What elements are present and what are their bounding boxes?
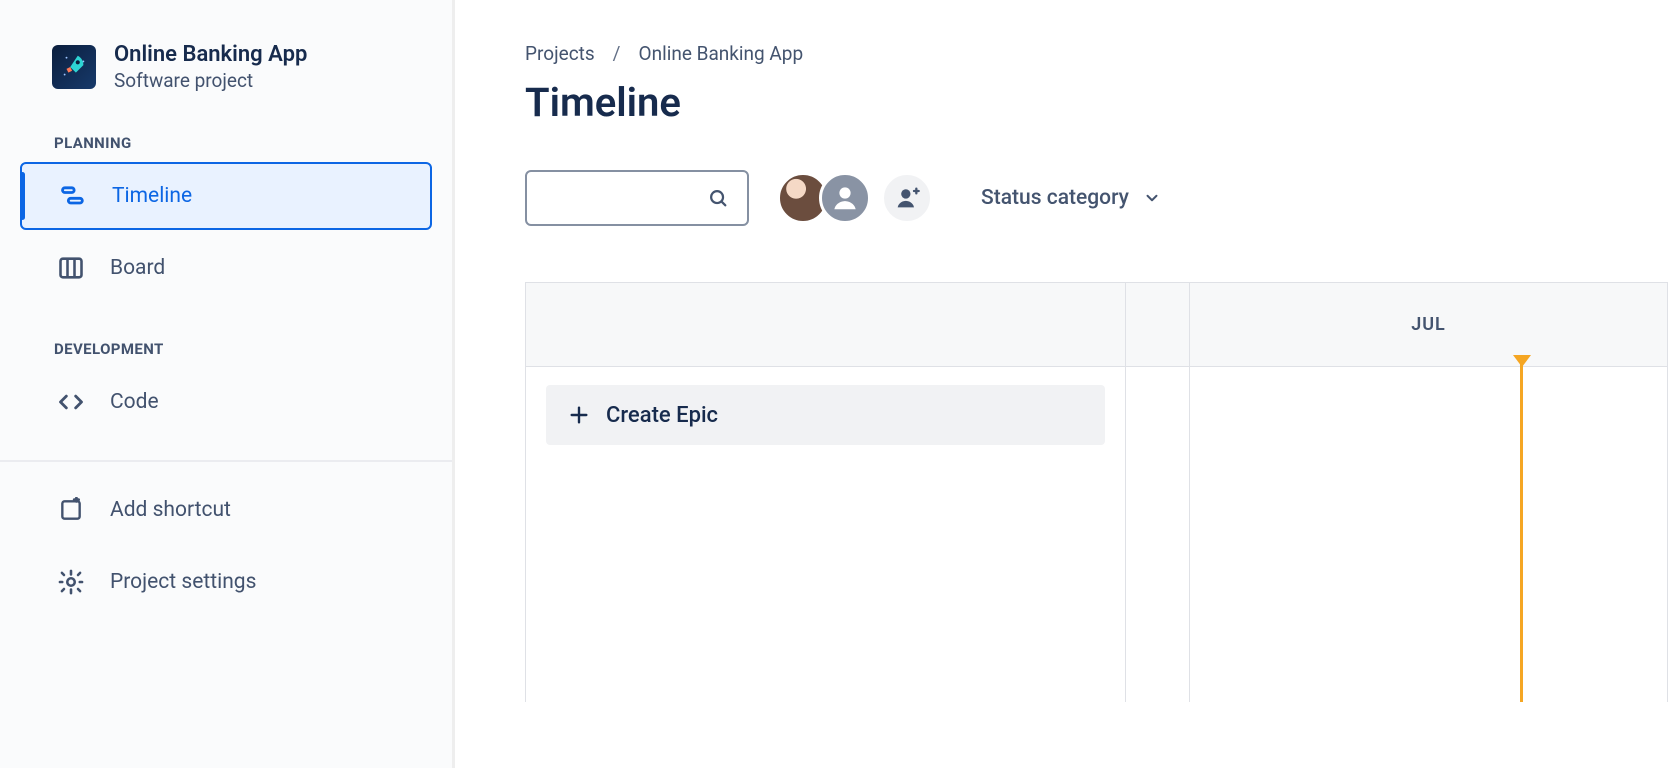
- timeline-epic-column: Create Epic: [526, 283, 1126, 702]
- timeline-icon: [58, 182, 88, 210]
- project-subtitle: Software project: [114, 69, 307, 92]
- sidebar-item-add-shortcut[interactable]: Add shortcut: [20, 476, 432, 544]
- page-title: Timeline: [525, 79, 1668, 126]
- breadcrumb-project[interactable]: Online Banking App: [639, 42, 804, 65]
- gear-icon: [56, 568, 86, 596]
- sidebar-item-label: Project settings: [110, 570, 256, 594]
- create-epic-label: Create Epic: [606, 403, 718, 428]
- sidebar-item-label: Add shortcut: [110, 498, 231, 522]
- code-icon: [56, 388, 86, 416]
- add-people-button[interactable]: [881, 172, 933, 224]
- add-person-icon: [893, 184, 921, 212]
- section-label-development: DEVELOPMENT: [16, 326, 436, 366]
- board-icon: [56, 254, 86, 282]
- person-icon: [830, 183, 860, 213]
- sidebar-item-label: Board: [110, 256, 165, 280]
- sidebar: Online Banking App Software project PLAN…: [0, 0, 455, 768]
- avatar-stack: [777, 172, 933, 224]
- rocket-icon: [59, 52, 89, 82]
- status-filter-label: Status category: [981, 186, 1129, 210]
- timeline-grid: Create Epic JUL: [525, 282, 1668, 702]
- today-marker: [1520, 363, 1523, 702]
- project-name: Online Banking App: [114, 42, 307, 67]
- search-input[interactable]: [525, 170, 749, 226]
- timeline-month-header: JUL: [1190, 283, 1667, 367]
- search-field[interactable]: [545, 188, 707, 209]
- status-category-filter[interactable]: Status category: [981, 186, 1161, 210]
- create-epic-button[interactable]: Create Epic: [546, 385, 1105, 445]
- sidebar-divider: [0, 460, 452, 462]
- project-icon: [52, 45, 96, 89]
- timeline-gap-column: [1126, 283, 1190, 702]
- timeline-calendar[interactable]: JUL: [1190, 283, 1667, 702]
- project-header[interactable]: Online Banking App Software project: [16, 42, 436, 120]
- chevron-down-icon: [1143, 189, 1161, 207]
- toolbar: Status category: [525, 170, 1668, 226]
- sidebar-item-label: Timeline: [112, 184, 192, 208]
- timeline-month-label: JUL: [1411, 314, 1446, 335]
- sidebar-item-label: Code: [110, 390, 159, 414]
- sidebar-item-board[interactable]: Board: [20, 234, 432, 302]
- add-shortcut-icon: [56, 497, 86, 523]
- breadcrumb-root[interactable]: Projects: [525, 42, 595, 65]
- timeline-left-header: [526, 283, 1125, 367]
- breadcrumb-separator: /: [613, 42, 621, 65]
- section-label-planning: PLANNING: [16, 120, 436, 160]
- plus-icon: [568, 404, 590, 426]
- breadcrumb: Projects / Online Banking App: [525, 42, 1668, 65]
- search-icon: [707, 187, 729, 209]
- sidebar-item-timeline[interactable]: Timeline: [20, 162, 432, 230]
- avatar-unassigned[interactable]: [819, 172, 871, 224]
- sidebar-item-code[interactable]: Code: [20, 368, 432, 436]
- main-content: Projects / Online Banking App Timeline: [455, 0, 1668, 768]
- sidebar-item-project-settings[interactable]: Project settings: [20, 548, 432, 616]
